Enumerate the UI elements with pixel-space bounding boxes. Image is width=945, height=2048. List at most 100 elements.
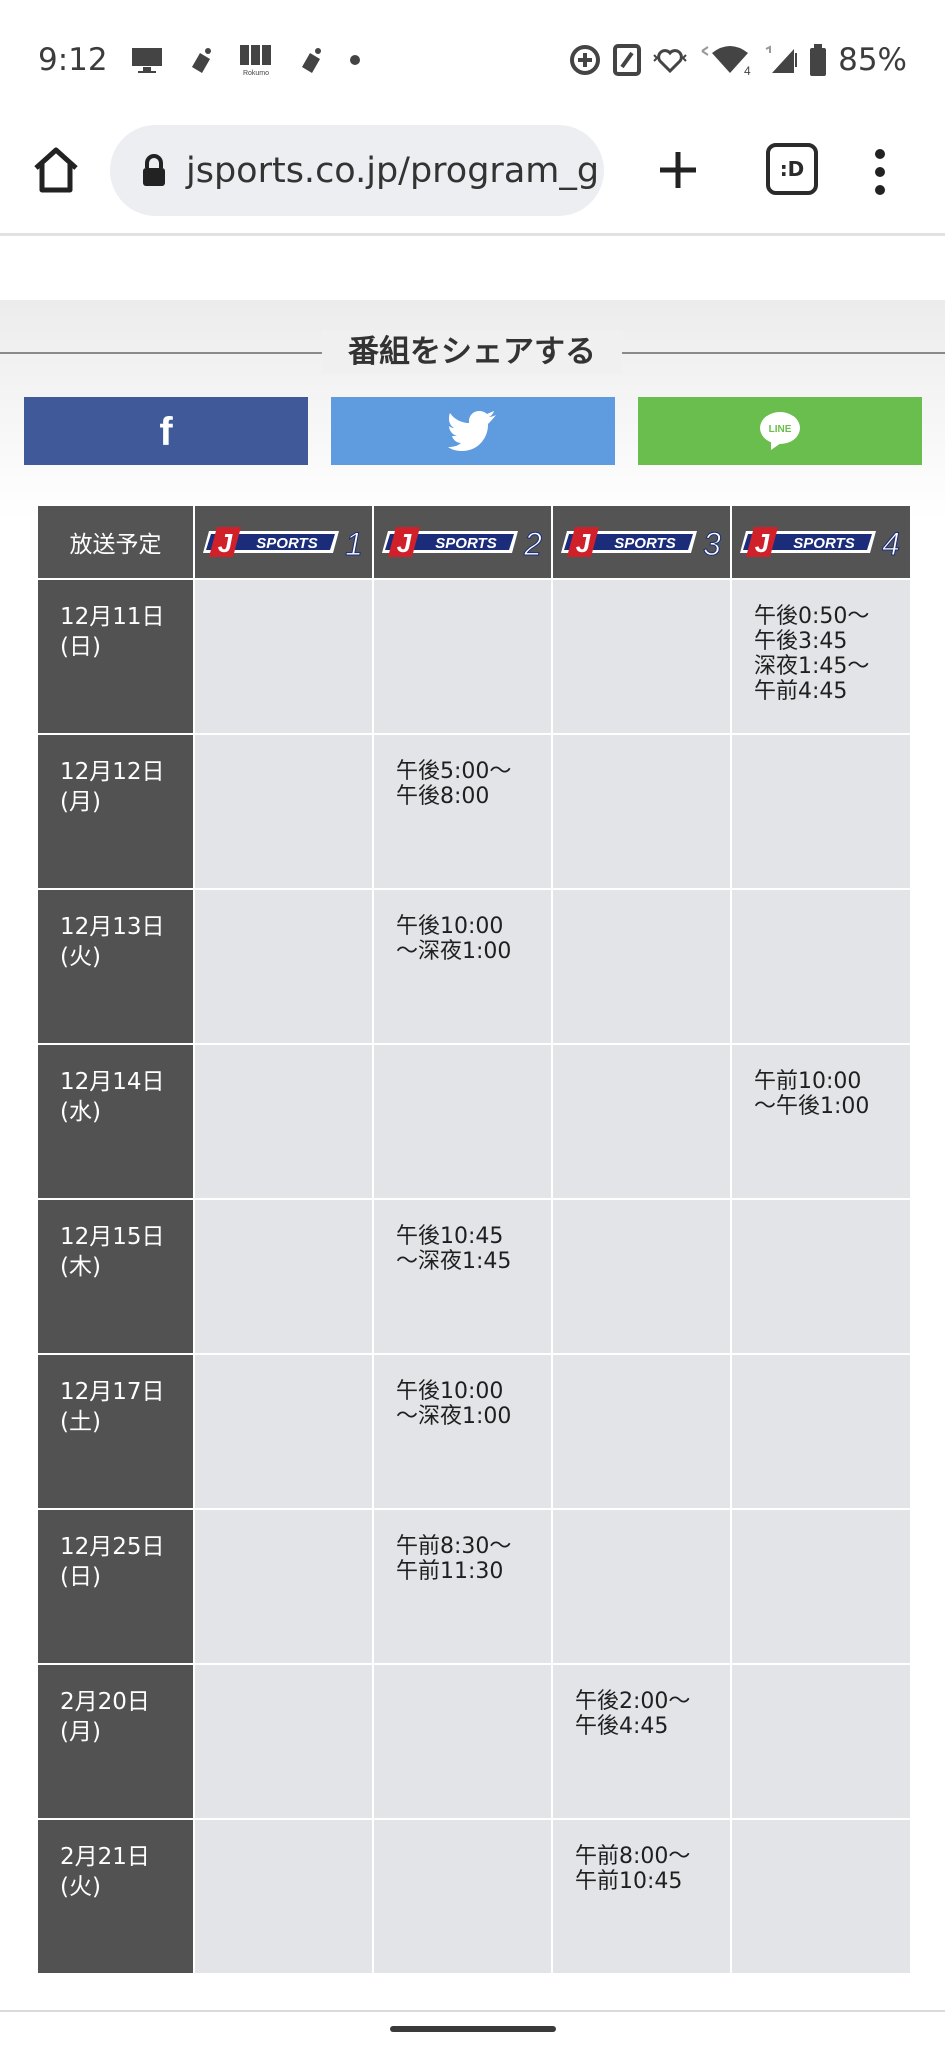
signal-icon [764, 45, 798, 75]
home-button[interactable] [28, 142, 84, 198]
heart-vibrate-icon [652, 43, 688, 77]
time-slot-text: 午前10:45 [575, 1869, 683, 1894]
dot-icon [348, 53, 362, 67]
address-bar[interactable]: jsports.co.jp/program_g [110, 125, 604, 216]
time-slot-cell [730, 888, 912, 1045]
schedule-row: 12月14日 (水) 午前10:00 ～午後1:00 [36, 1043, 912, 1200]
table-header-row: 放送予定 J SPORTS 1 J SPORTS 2 J SPORTS 3 J SPORTS 4 [36, 504, 912, 580]
battery-percent: 85% [838, 42, 907, 78]
schedule-row: 12月25日 (日) 午前8:30～ 午前11:30 [36, 1508, 912, 1665]
channel-logo-2: J SPORTS 2 [374, 522, 551, 562]
more-vert-icon [875, 149, 885, 195]
time-slot-cell [193, 888, 374, 1045]
status-time: 9:12 [38, 42, 108, 78]
time-slot-cell [193, 578, 374, 735]
page-divider [0, 2010, 945, 2012]
broadcast-date: 12月13日 [60, 914, 165, 940]
broadcast-date: 12月14日 [60, 1069, 165, 1095]
date-cell: 12月25日 (日) [36, 1508, 195, 1665]
broadcast-date: 12月17日 [60, 1379, 165, 1405]
time-slot-text: 午前10:00 [754, 1069, 862, 1094]
rokumo-label: Rokumo [243, 70, 269, 77]
time-slot-cell [730, 733, 912, 890]
jsports-logo: J SPORTS 3 [560, 526, 721, 562]
date-cell: 12月11日 (日) [36, 578, 195, 735]
time-slot-cell [730, 1508, 912, 1665]
svg-text:f: f [159, 411, 173, 451]
line-share-button[interactable]: LINE [638, 397, 922, 465]
schedule-row: 12月17日 (土) 午後10:00 ～深夜1:00 [36, 1353, 912, 1510]
broadcast-date: 12月25日 [60, 1534, 165, 1560]
time-slot-cell: 午後10:00 ～深夜1:00 [372, 1353, 553, 1510]
time-slot-cell [551, 888, 732, 1045]
svg-text:J: J [396, 528, 411, 558]
new-tab-button[interactable] [652, 144, 704, 196]
schedule-row: 12月12日 (月) 午後5:00～ 午後8:00 [36, 733, 912, 890]
tab-switcher-button[interactable]: :D [766, 143, 818, 195]
schedule-row: 2月21日 (火) 午前8:00～ 午前10:45 [36, 1818, 912, 1975]
time-slot-text: ～深夜1:45 [396, 1249, 512, 1274]
schedule-row: 12月15日 (木) 午後10:45 ～深夜1:45 [36, 1198, 912, 1355]
time-slot-cell [551, 1043, 732, 1200]
svg-text:J: J [575, 528, 590, 558]
broadcast-weekday: (木) [60, 1254, 101, 1280]
time-slot-cell: 午後0:50～ 午後3:45 深夜1:45～ 午前4:45 [730, 578, 912, 735]
time-slot-cell [730, 1353, 912, 1510]
time-slot-cell [193, 1508, 374, 1665]
broadcast-date: 12月12日 [60, 759, 165, 785]
broadcast-header: 放送予定 [36, 504, 195, 580]
time-slot-cell [372, 1663, 553, 1820]
channel-header-4: J SPORTS 4 [730, 504, 912, 580]
time-slot-cell [551, 1198, 732, 1355]
channel-number: 1 [345, 526, 363, 562]
channel-brand-text: SPORTS [435, 535, 496, 552]
home-icon [34, 147, 78, 193]
time-slot-text: 午前8:30～ [396, 1534, 512, 1559]
time-slot-cell [193, 1818, 374, 1975]
date-cell: 12月13日 (火) [36, 888, 195, 1045]
jsports-logo: J SPORTS 4 [740, 526, 900, 562]
time-slot-text: 午後10:45 [396, 1224, 504, 1249]
channel-logo-3: J SPORTS 3 [553, 522, 730, 562]
channel-brand-text: SPORTS [614, 535, 675, 552]
time-slot-cell: 午後10:00 ～深夜1:00 [372, 888, 553, 1045]
channel-logo-1: J SPORTS 1 [195, 522, 372, 562]
date-cell: 2月21日 (火) [36, 1818, 195, 1975]
date-cell: 12月17日 (土) [36, 1353, 195, 1510]
broadcast-weekday: (月) [60, 789, 101, 815]
jsports-logo: J SPORTS 2 [381, 526, 542, 562]
time-slot-text: 午前8:00～ [575, 1844, 691, 1869]
time-slot-text: 午後0:50～ [754, 604, 870, 629]
time-slot-cell: 午前8:00～ 午前10:45 [551, 1818, 732, 1975]
broadcast-date: 12月15日 [60, 1224, 165, 1250]
svg-text:LINE: LINE [769, 424, 792, 435]
time-slot-text: 午後8:00 [396, 784, 490, 809]
time-slot-cell: 午前8:30～ 午前11:30 [372, 1508, 553, 1665]
tab-switcher-icon: :D [779, 157, 805, 181]
status-left: 9:12 Rokumo [38, 42, 362, 78]
app-icon [296, 45, 326, 75]
time-slot-cell [193, 1198, 374, 1355]
broadcast-date: 12月11日 [60, 604, 165, 630]
broadcast-weekday: (月) [60, 1719, 101, 1745]
status-bar: 9:12 Rokumo 4 85% [0, 0, 945, 120]
channel-header-1: J SPORTS 1 [193, 504, 374, 580]
time-slot-cell: 午前10:00 ～午後1:00 [730, 1043, 912, 1200]
schedule-row: 2月20日 (月) 午後2:00～ 午後4:45 [36, 1663, 912, 1820]
time-slot-text: 午前11:30 [396, 1559, 504, 1584]
broadcast-date: 2月21日 [60, 1844, 150, 1870]
gesture-navigation-bar[interactable] [390, 2026, 556, 2032]
date-cell: 12月12日 (月) [36, 733, 195, 890]
twitter-share-button[interactable] [331, 397, 615, 465]
battery-icon [808, 43, 828, 77]
more-menu-button[interactable] [868, 142, 892, 202]
channel-number: 3 [703, 526, 721, 562]
facebook-share-button[interactable]: f [24, 397, 308, 465]
channel-number: 2 [523, 526, 542, 562]
lock-icon [143, 153, 165, 186]
time-slot-text: 午前4:45 [754, 679, 848, 704]
app-icon [186, 45, 216, 75]
broadcast-schedule-table: 放送予定 J SPORTS 1 J SPORTS 2 J SPORTS 3 J SPORTS 4… [36, 504, 912, 1975]
time-slot-cell: 午後2:00～ 午後4:45 [551, 1663, 732, 1820]
time-slot-text: 午後3:45 [754, 629, 848, 654]
